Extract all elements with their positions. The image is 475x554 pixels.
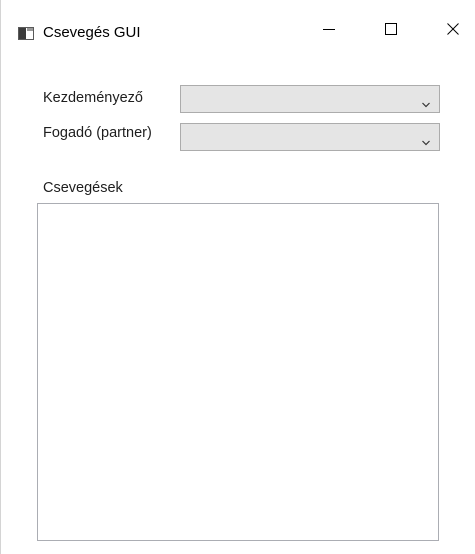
initiator-dropdown[interactable] xyxy=(180,85,440,113)
minimize-button[interactable] xyxy=(306,14,352,48)
receiver-dropdown[interactable] xyxy=(180,123,440,151)
window-title: Csevegés GUI xyxy=(43,24,141,41)
window-app-icon xyxy=(18,27,34,45)
chats-listbox[interactable] xyxy=(37,203,439,541)
chats-label: Csevegések xyxy=(43,180,123,196)
maximize-icon xyxy=(385,22,397,40)
chevron-down-icon xyxy=(422,95,430,113)
chevron-down-icon xyxy=(422,133,430,151)
maximize-button[interactable] xyxy=(368,14,414,48)
minimize-icon xyxy=(323,22,335,40)
close-button[interactable] xyxy=(430,14,475,48)
initiator-label: Kezdeményező xyxy=(43,90,143,106)
close-icon xyxy=(447,22,459,40)
main-window: Csevegés GUI Kezdeményező Fogadó (partne… xyxy=(0,0,475,554)
receiver-label: Fogadó (partner) xyxy=(43,125,152,141)
title-bar[interactable]: Csevegés GUI xyxy=(1,0,475,41)
